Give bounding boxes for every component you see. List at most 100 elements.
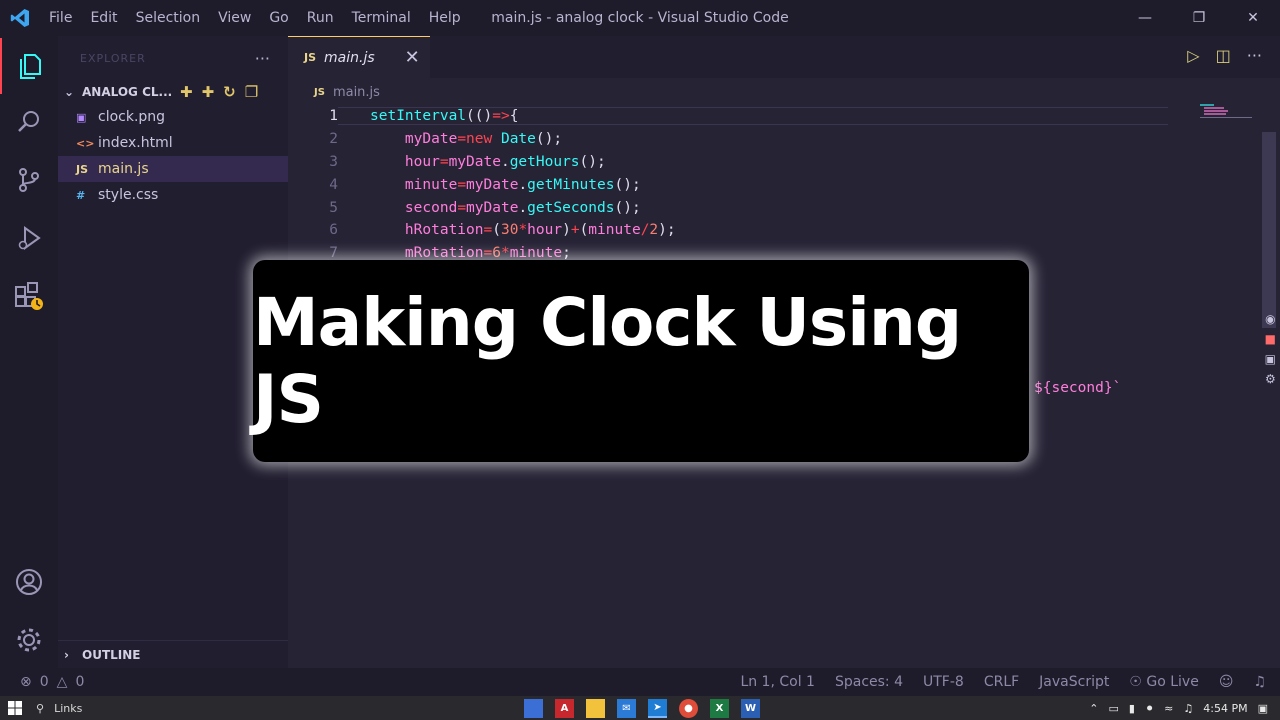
file-item-clock-png[interactable]: ▣ clock.png <box>58 104 288 130</box>
menu-run[interactable]: Run <box>298 10 343 26</box>
outline-section[interactable]: › OUTLINE <box>58 640 288 668</box>
account-icon[interactable] <box>0 554 58 610</box>
taskbar-apps: A ✉ ➤ ● X W <box>524 696 760 720</box>
volume-icon[interactable]: ♫ <box>1183 702 1193 715</box>
line-number: 5 <box>329 199 338 216</box>
code-line: 6 hRotation=(30*hour)+(minute/2); <box>288 219 1280 242</box>
js-icon: JS <box>304 51 317 64</box>
acrobat-icon[interactable]: A <box>555 698 574 718</box>
cursor-position[interactable]: Ln 1, Col 1 <box>740 674 815 690</box>
mail-icon[interactable]: ✉ <box>617 698 636 718</box>
menu-selection[interactable]: Selection <box>127 10 210 26</box>
minimap[interactable] <box>1200 104 1252 122</box>
tab-bar: JS main.js ✕ <box>288 36 1280 78</box>
extensions-icon[interactable] <box>0 268 58 324</box>
encoding[interactable]: UTF-8 <box>923 674 964 690</box>
camera-icon[interactable]: ◉ <box>1265 312 1275 326</box>
battery-icon[interactable]: ▮ <box>1129 702 1135 715</box>
network-icon[interactable]: ▭ <box>1108 702 1118 715</box>
source-control-icon[interactable] <box>0 152 58 208</box>
more-actions-icon[interactable]: ··· <box>255 49 270 68</box>
split-editor-icon[interactable]: ◫ <box>1216 46 1231 65</box>
close-tab-icon[interactable]: ✕ <box>405 47 420 68</box>
clock-time[interactable]: 4:54 PM <box>1203 702 1247 715</box>
menu-go[interactable]: Go <box>260 10 297 26</box>
vertical-scrollbar[interactable] <box>1262 132 1276 328</box>
minimize-icon[interactable]: — <box>1118 0 1172 36</box>
word-icon[interactable]: W <box>741 698 760 718</box>
broadcast-icon: ☉ <box>1129 674 1147 690</box>
new-file-icon[interactable]: ✚ <box>180 83 193 101</box>
microphone-icon[interactable]: ⚫ <box>1145 702 1154 715</box>
breadcrumb[interactable]: JS main.js <box>288 78 1280 106</box>
code-text: mRotation=6*minute; <box>404 245 571 262</box>
task-view-icon[interactable] <box>524 698 543 718</box>
record-icon[interactable]: ■ <box>1265 332 1276 346</box>
collapse-all-icon[interactable]: ❐ <box>245 83 258 101</box>
search-icon: ⚲ <box>36 701 45 715</box>
outline-label: OUTLINE <box>82 647 141 662</box>
chevron-up-icon[interactable]: ⌃ <box>1089 702 1098 715</box>
end-of-line[interactable]: CRLF <box>984 674 1019 690</box>
run-icon[interactable]: ▷ <box>1187 46 1199 65</box>
indentation[interactable]: Spaces: 4 <box>835 674 903 690</box>
new-folder-icon[interactable]: ✚ <box>202 83 215 101</box>
line-number: 1 <box>329 108 338 125</box>
file-item-index-html[interactable]: <> index.html <box>58 130 288 156</box>
status-bar: ⊗ 0 △ 0 Ln 1, Col 1 Spaces: 4 UTF-8 CRLF… <box>0 668 1280 696</box>
code-text: myDate=new Date(); <box>404 131 563 148</box>
html-icon: <> <box>76 136 95 150</box>
tab-main-js[interactable]: JS main.js ✕ <box>288 36 430 78</box>
file-name: index.html <box>98 135 173 151</box>
title-bar: File Edit Selection View Go Run Terminal… <box>0 0 1280 36</box>
code-line: 4 minute=myDate.getMinutes(); <box>288 173 1280 196</box>
menu-edit[interactable]: Edit <box>81 10 126 26</box>
menu-file[interactable]: File <box>40 10 81 26</box>
file-explorer-icon[interactable] <box>586 698 605 718</box>
menu-help[interactable]: Help <box>420 10 470 26</box>
excel-icon[interactable]: X <box>710 698 729 718</box>
gear-icon[interactable]: ⚙ <box>1265 372 1276 386</box>
code-text: hRotation=(30*hour)+(minute/2); <box>404 222 676 239</box>
editor-actions: ▷ ◫ ··· <box>1187 46 1262 65</box>
banner-text: Making Clock Using JS <box>253 284 962 438</box>
warning-count: 0 <box>75 674 85 690</box>
restore-icon[interactable]: ❐ <box>1172 0 1226 36</box>
gallery-icon[interactable]: ▣ <box>1265 352 1276 366</box>
code-text: setInterval(()=>{ <box>338 107 1168 126</box>
windows-taskbar: ⚲ Links A ✉ ➤ ● X W ⌃ ▭ ▮ ⚫ ≈ ♫ 4:54 PM … <box>0 696 1280 720</box>
feedback-icon[interactable]: ☺ <box>1219 674 1234 690</box>
code-editor[interactable]: 1 setInterval(()=>{ 2 myDate=new Date();… <box>288 105 1280 265</box>
folder-row[interactable]: ⌄ ANALOG CL... ✚ ✚ ↻ ❐ <box>58 80 288 104</box>
language-mode[interactable]: JavaScript <box>1039 674 1109 690</box>
refresh-icon[interactable]: ↻ <box>223 83 236 101</box>
line-number: 4 <box>329 176 338 193</box>
settings-gear-icon[interactable] <box>0 612 58 668</box>
wifi-icon[interactable]: ≈ <box>1164 702 1173 715</box>
chevron-down-icon: ⌄ <box>64 85 75 99</box>
taskbar-search[interactable]: ⚲ Links <box>30 702 90 715</box>
chrome-icon[interactable]: ● <box>679 698 698 718</box>
menu-terminal[interactable]: Terminal <box>343 10 420 26</box>
problems-indicator[interactable]: ⊗ 0 △ 0 <box>0 674 84 690</box>
search-icon[interactable] <box>0 94 58 150</box>
more-actions-icon[interactable]: ··· <box>1247 46 1262 65</box>
code-line: 3 hour=myDate.getHours(); <box>288 151 1280 174</box>
partial-code-text: ${second}` <box>1034 380 1122 396</box>
folder-toolbar: ✚ ✚ ↻ ❐ <box>180 83 258 101</box>
error-count: 0 <box>39 674 49 690</box>
sidebar-header: EXPLORER ··· <box>58 36 288 80</box>
action-center-icon[interactable]: ▣ <box>1258 702 1268 715</box>
windows-start-icon[interactable] <box>0 701 30 715</box>
vscode-taskbar-icon[interactable]: ➤ <box>648 698 667 718</box>
run-debug-icon[interactable] <box>0 210 58 266</box>
js-icon: JS <box>314 86 325 98</box>
go-live-button[interactable]: ☉ Go Live <box>1129 674 1198 690</box>
file-item-style-css[interactable]: # style.css <box>58 182 288 208</box>
menu-view[interactable]: View <box>209 10 260 26</box>
warning-icon: △ <box>56 674 68 690</box>
file-item-main-js[interactable]: JS main.js <box>58 156 288 182</box>
explorer-icon[interactable] <box>0 38 58 94</box>
notifications-bell-icon[interactable]: ♫ <box>1253 674 1266 690</box>
close-window-icon[interactable]: ✕ <box>1226 0 1280 36</box>
